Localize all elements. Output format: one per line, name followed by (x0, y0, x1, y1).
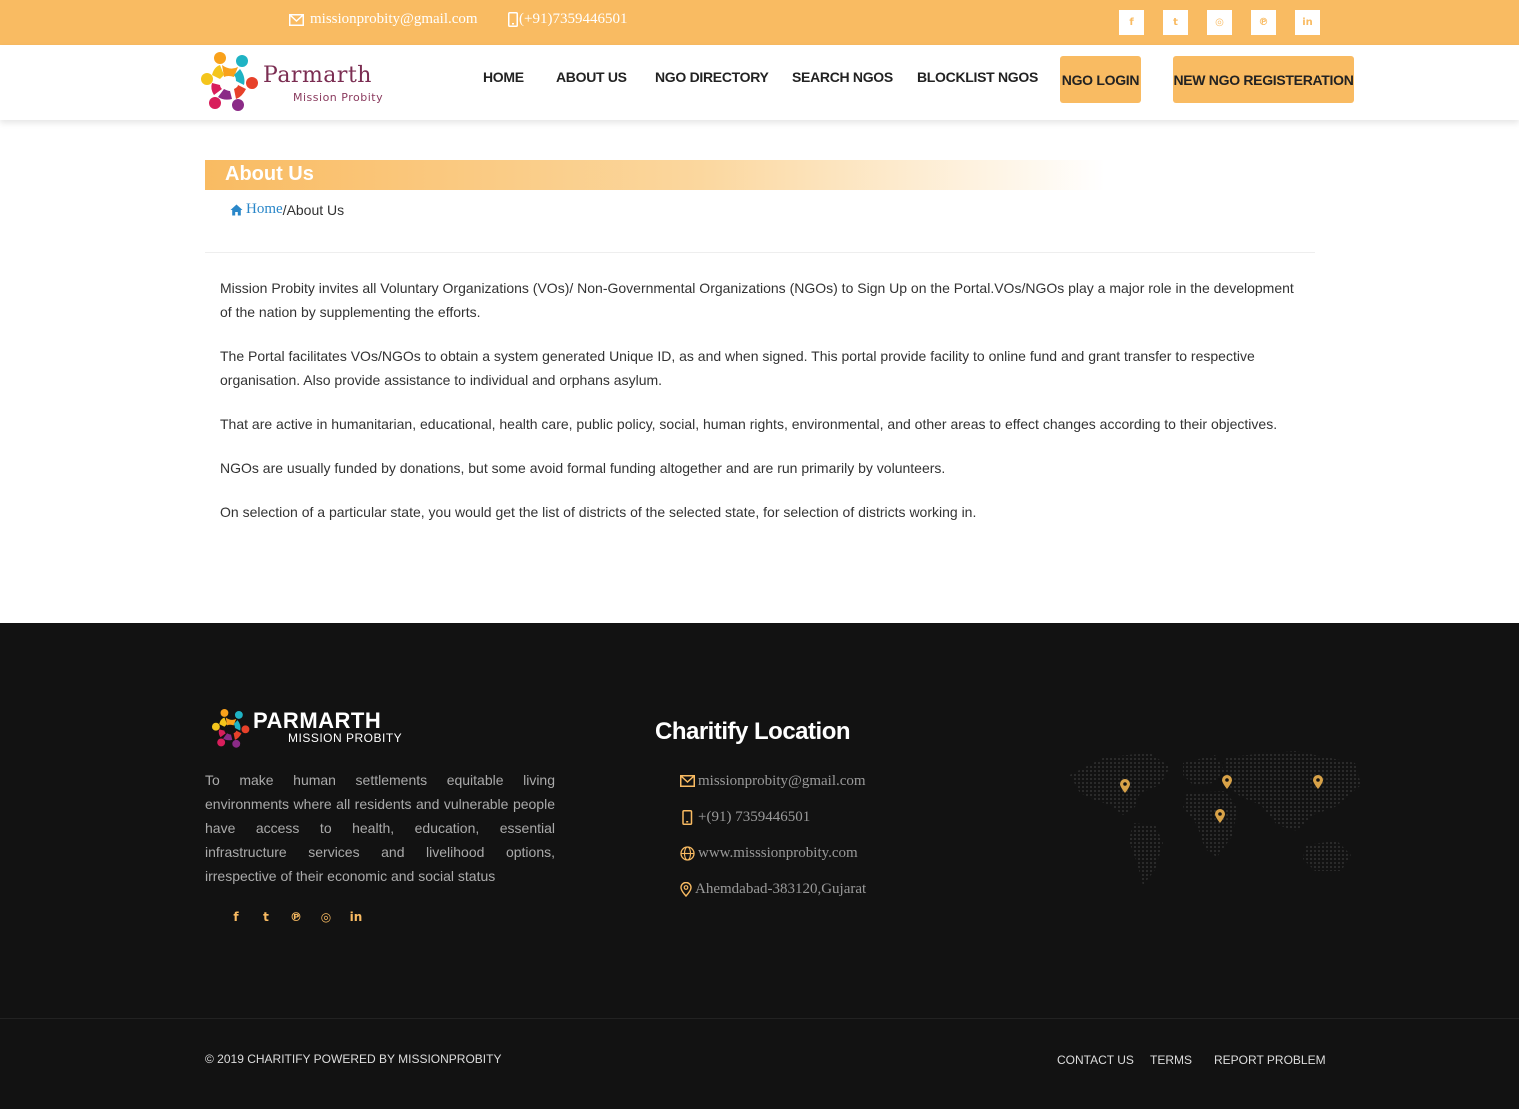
top-phone-text: (+91)7359446501 (519, 11, 628, 27)
content-divider (205, 252, 1315, 253)
page-title-band: About Us (205, 160, 1105, 190)
footer-website[interactable]: www.misssionprobity.com (680, 835, 866, 871)
about-paragraph: On selection of a particular state, you … (220, 504, 977, 520)
footer-website-text: www.misssionprobity.com (698, 844, 858, 861)
footer-phone-text: +(91) 7359446501 (698, 808, 811, 825)
footer-location-title: Charitify Location (655, 718, 851, 745)
people-circle-logo-icon (211, 708, 250, 748)
top-bar: missionprobity@gmail.com (+91)7359446501… (0, 0, 1519, 45)
footer-address-text: Ahemdabad-383120,Gujarat (695, 880, 867, 897)
top-twitter-icon[interactable]: t (1163, 10, 1188, 35)
footer-email[interactable]: missionprobity@gmail.com (680, 763, 866, 799)
footer-link-terms[interactable]: TERMS (1150, 1053, 1192, 1067)
top-email[interactable]: missionprobity@gmail.com (289, 11, 478, 28)
about-paragraph: NGOs are usually funded by donations, bu… (220, 460, 946, 476)
about-paragraph: The Portal facilitates VOs/NGOs to obtai… (220, 348, 1255, 388)
mobile-icon (682, 809, 693, 825)
envelope-icon (289, 13, 304, 26)
about-paragraph: That are active in humanitarian, educati… (220, 416, 1278, 432)
breadcrumb-current: About Us (286, 201, 345, 218)
footer-email-text: missionprobity@gmail.com (698, 772, 866, 789)
breadcrumb-home[interactable]: Home (230, 201, 283, 218)
globe-icon (680, 845, 695, 861)
top-email-text: missionprobity@gmail.com (310, 11, 478, 27)
nav-about-us[interactable]: ABOUT US (556, 69, 627, 85)
top-phone[interactable]: (+91)7359446501 (508, 11, 627, 28)
home-icon (230, 204, 243, 215)
envelope-icon (680, 775, 695, 787)
footer-tagline: MISSION PROBITY (288, 731, 403, 745)
footer-contact-list: missionprobity@gmail.com +(91) 735944650… (680, 763, 866, 907)
top-instagram-icon[interactable]: ◎ (1207, 10, 1232, 35)
footer-social-links: f t ℗ ◎ in (228, 909, 364, 925)
footer-pinterest-icon[interactable]: ℗ (288, 909, 304, 925)
breadcrumb-home-label: Home (246, 201, 283, 217)
about-content: Mission Probity invites all Voluntary Or… (220, 276, 1300, 544)
breadcrumb: Home / About Us (230, 201, 344, 218)
footer-instagram-icon[interactable]: ◎ (318, 909, 334, 925)
map-marker-icon (680, 881, 692, 897)
new-ngo-registration-button[interactable]: NEW NGO REGISTERATION (1173, 56, 1354, 103)
footer-phone[interactable]: +(91) 7359446501 (680, 799, 866, 835)
ngo-login-button[interactable]: NGO LOGIN (1060, 56, 1141, 103)
main-nav: HOME ABOUT US NGO DIRECTORY SEARCH NGOS … (0, 45, 1519, 120)
footer-about-text: To make human settlements equitable livi… (205, 772, 555, 884)
nav-search-ngos[interactable]: SEARCH NGOS (792, 69, 893, 85)
top-facebook-icon[interactable]: f (1119, 10, 1144, 35)
copyright-text: © 2019 CHARITIFY POWERED BY MISSIONPROBI… (205, 1052, 502, 1066)
top-social-links: f t ◎ ℗ in (1119, 10, 1320, 35)
footer-link-report-problem[interactable]: REPORT PROBLEM (1214, 1053, 1326, 1067)
footer-twitter-icon[interactable]: t (258, 909, 274, 925)
footer-link-contact-us[interactable]: CONTACT US (1057, 1053, 1134, 1067)
top-linkedin-icon[interactable]: in (1295, 10, 1320, 35)
page-title: About Us (225, 163, 314, 185)
about-paragraph: Mission Probity invites all Voluntary Or… (220, 280, 1294, 320)
world-map-image (1070, 751, 1361, 885)
footer-bottom-divider (0, 1018, 1519, 1019)
footer-logo[interactable]: PARMARTH MISSION PROBITY (211, 707, 411, 751)
site-header: Parmarth Mission Probity HOME ABOUT US N… (0, 45, 1519, 120)
nav-home[interactable]: HOME (483, 69, 524, 85)
nav-blocklist-ngos[interactable]: BLOCKLIST NGOS (917, 69, 1038, 85)
site-footer: PARMARTH MISSION PROBITY To make human s… (0, 623, 1519, 1109)
nav-ngo-directory[interactable]: NGO DIRECTORY (655, 69, 769, 85)
footer-linkedin-icon[interactable]: in (348, 909, 364, 925)
mobile-icon (508, 12, 518, 27)
footer-address: Ahemdabad-383120,Gujarat (680, 871, 866, 907)
footer-facebook-icon[interactable]: f (228, 909, 244, 925)
top-pinterest-icon[interactable]: ℗ (1251, 10, 1276, 35)
